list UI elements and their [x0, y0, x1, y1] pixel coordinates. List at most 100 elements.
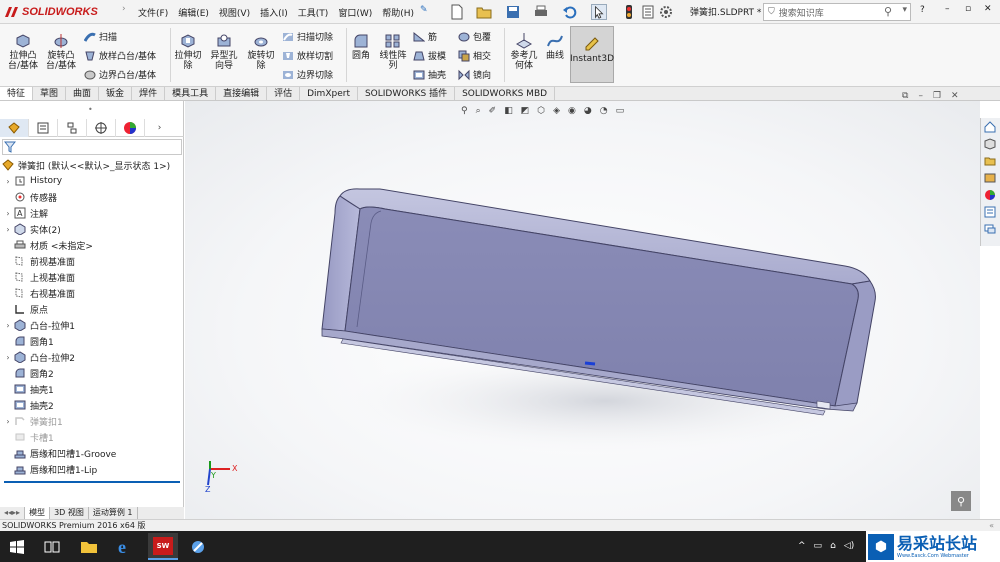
- tab-evaluate[interactable]: 评估: [267, 87, 301, 100]
- tree-item[interactable]: › 凸台-拉伸2: [0, 349, 184, 365]
- configuration-manager-tab-icon[interactable]: [58, 119, 87, 137]
- tab-scroll-icon[interactable]: ◂◂▸▸: [0, 507, 26, 519]
- search-knowledge-base[interactable]: ⛉ 搜索知识库 ⚲ ▾: [763, 3, 911, 21]
- display-manager-tab-icon[interactable]: [116, 119, 145, 137]
- custom-properties-icon[interactable]: [981, 204, 999, 220]
- menu-edit[interactable]: 编辑(E): [173, 4, 214, 21]
- dimxpert-manager-tab-icon[interactable]: [87, 119, 116, 137]
- menu-view[interactable]: 视图(V): [214, 4, 255, 21]
- wrap-button[interactable]: 包覆: [458, 30, 491, 43]
- tree-item[interactable]: › 凸台-拉伸1: [0, 317, 184, 333]
- tree-item[interactable]: 上视基准面: [0, 269, 184, 285]
- expand-arrow-icon[interactable]: ›: [4, 417, 12, 426]
- restore-view-icon[interactable]: ⧉: [902, 91, 908, 101]
- shell-button[interactable]: 抽壳: [413, 68, 446, 81]
- sweep-button[interactable]: 扫描: [84, 30, 117, 43]
- tab-features[interactable]: 特征: [0, 87, 34, 100]
- tab-mold-tools[interactable]: 模具工具: [165, 87, 217, 100]
- menu-insert[interactable]: 插入(I): [255, 4, 293, 21]
- tab-solidworks-addins[interactable]: SOLIDWORKS 插件: [358, 87, 456, 100]
- tray-volume-icon[interactable]: ◁): [844, 541, 854, 551]
- boundary-boss-button[interactable]: 边界凸台/基体: [84, 68, 156, 81]
- tree-filter-field[interactable]: [2, 139, 182, 155]
- maximize-icon[interactable]: ▫: [965, 4, 971, 14]
- tree-item[interactable]: › 实体(2): [0, 221, 184, 237]
- design-library-icon[interactable]: [981, 136, 999, 152]
- menu-tools[interactable]: 工具(T): [293, 4, 334, 21]
- tree-item[interactable]: 右视基准面: [0, 285, 184, 301]
- tree-item[interactable]: › A 注解: [0, 205, 184, 221]
- solidworks-taskbar-button[interactable]: SW: [148, 533, 178, 560]
- view-palette-icon[interactable]: [981, 170, 999, 186]
- tab-direct-editing[interactable]: 直接编辑: [216, 87, 268, 100]
- appearances-icon[interactable]: [981, 187, 999, 203]
- sweep-cut-button[interactable]: 扫描切除: [282, 30, 333, 43]
- new-document-icon[interactable]: [449, 4, 465, 20]
- graphics-area[interactable]: ⚲ ⌕ ✐ ◧ ◩ ⬡ ◈ ◉ ◕ ◔ ▭ X Y Z ⚲: [185, 101, 980, 519]
- instant3d-button[interactable]: Instant3D: [570, 26, 614, 83]
- tray-chevron-icon[interactable]: ^: [798, 541, 806, 551]
- print-icon[interactable]: [533, 4, 549, 20]
- feature-manager-tab-icon[interactable]: [0, 119, 29, 137]
- tree-item[interactable]: 传感器: [0, 189, 184, 205]
- linear-pattern-button[interactable]: 线性阵 列: [376, 32, 410, 71]
- solidworks-logo[interactable]: SOLIDWORKS: [3, 3, 98, 21]
- panel-splitter-handle[interactable]: •: [88, 105, 93, 114]
- property-manager-tab-icon[interactable]: [29, 119, 58, 137]
- search-dropdown-icon[interactable]: ▾: [902, 5, 907, 15]
- zoom-magnifier-icon[interactable]: ⚲: [951, 491, 971, 511]
- task-view-icon[interactable]: [44, 540, 60, 554]
- undo-icon[interactable]: [562, 4, 578, 20]
- tab-sheet-metal[interactable]: 钣金: [99, 87, 133, 100]
- tray-battery-icon[interactable]: ▭: [814, 541, 823, 551]
- file-properties-icon[interactable]: [640, 4, 656, 20]
- solidworks-forum-icon[interactable]: [981, 221, 999, 237]
- tab-3d-views[interactable]: 3D 视图: [50, 507, 89, 519]
- menu-help[interactable]: 帮助(H): [377, 4, 419, 21]
- expand-arrow-icon[interactable]: ›: [4, 353, 12, 362]
- mirror-button[interactable]: 镜向: [458, 68, 491, 81]
- hole-wizard-button[interactable]: 异型孔 向导: [207, 32, 241, 71]
- solidworks-resources-icon[interactable]: [981, 119, 999, 135]
- rollback-bar[interactable]: [4, 481, 180, 483]
- loft-boss-button[interactable]: 放样凸台/基体: [84, 49, 156, 62]
- fillet-button[interactable]: 圆角: [349, 32, 373, 61]
- tree-root-part[interactable]: 弹簧扣 (默认<<默认>_显示状态 1>): [0, 157, 184, 173]
- expand-arrow-icon[interactable]: ›: [4, 177, 12, 186]
- select-icon[interactable]: [591, 4, 607, 20]
- tree-item[interactable]: 原点: [0, 301, 184, 317]
- doc-restore-icon[interactable]: ❐: [933, 91, 941, 101]
- tree-item[interactable]: › History: [0, 173, 184, 189]
- draft-button[interactable]: 拔模: [413, 49, 446, 62]
- tab-solidworks-mbd[interactable]: SOLIDWORKS MBD: [455, 87, 556, 100]
- rib-button[interactable]: 筋: [413, 30, 437, 43]
- tab-surfaces[interactable]: 曲面: [66, 87, 100, 100]
- file-explorer-taskbar-icon[interactable]: [80, 539, 98, 554]
- tree-item[interactable]: 卡槽1: [0, 429, 184, 445]
- intersect-button[interactable]: 相交: [458, 49, 491, 62]
- boundary-cut-button[interactable]: 边界切除: [282, 68, 333, 81]
- windows-start-icon[interactable]: [10, 540, 24, 554]
- tab-dimxpert[interactable]: DimXpert: [300, 87, 358, 100]
- tree-item[interactable]: 圆角2: [0, 365, 184, 381]
- snipping-tool-icon[interactable]: [190, 539, 206, 555]
- revolve-cut-button[interactable]: 旋转切 除: [244, 32, 278, 71]
- doc-close-icon[interactable]: ✕: [951, 91, 959, 101]
- tree-item[interactable]: 抽壳1: [0, 381, 184, 397]
- tree-item[interactable]: 前视基准面: [0, 253, 184, 269]
- save-icon[interactable]: [505, 4, 521, 20]
- expand-arrow-icon[interactable]: ›: [4, 321, 12, 330]
- curves-button[interactable]: 曲线: [543, 32, 567, 61]
- search-icon[interactable]: ⚲: [884, 5, 892, 18]
- revolve-boss-button[interactable]: 旋转凸 台/基体: [44, 32, 78, 71]
- edge-browser-icon[interactable]: e: [118, 538, 126, 556]
- expand-arrow-icon[interactable]: ›: [4, 209, 12, 218]
- options-gear-icon[interactable]: [658, 4, 674, 20]
- extrude-boss-button[interactable]: 拉伸凸 台/基体: [6, 32, 40, 71]
- pin-icon[interactable]: ✎: [420, 5, 428, 15]
- tree-item[interactable]: 抽壳2: [0, 397, 184, 413]
- menu-file[interactable]: 文件(F): [133, 4, 173, 21]
- panel-expand-icon[interactable]: ›: [145, 119, 174, 137]
- loft-cut-button[interactable]: 放样切割: [282, 49, 333, 62]
- tree-item[interactable]: 唇缘和凹槽1-Lip: [0, 461, 184, 477]
